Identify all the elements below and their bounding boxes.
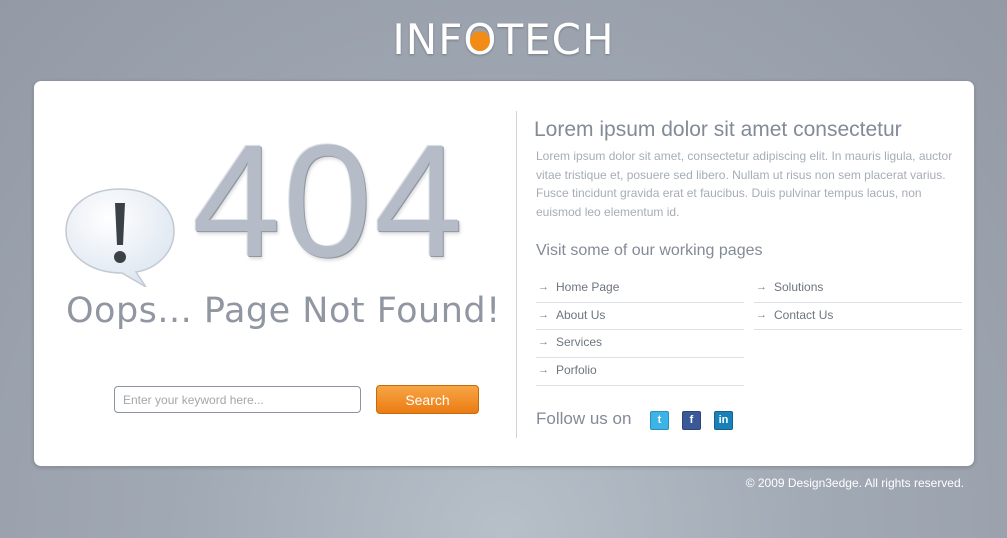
search-input[interactable] <box>114 386 361 413</box>
arrow-right-icon: → <box>538 364 549 377</box>
link-services[interactable]: → Services <box>536 330 744 359</box>
working-pages-list-2: → Solutions → Contact Us <box>754 275 962 331</box>
arrow-right-icon: → <box>538 308 549 321</box>
info-heading: Lorem ipsum dolor sit amet consectetur <box>534 118 902 141</box>
info-paragraph: Lorem ipsum dolor sit amet, consectetur … <box>536 149 953 219</box>
error-message: Oops... Page Not Found! <box>66 291 501 331</box>
link-portfolio[interactable]: → Porfolio <box>536 358 744 386</box>
working-pages-heading: Visit some of our working pages <box>536 242 763 259</box>
copyright-text: © 2009 Design3edge. All rights reserved. <box>745 476 964 490</box>
arrow-right-icon: → <box>538 336 549 349</box>
link-label: About Us <box>556 307 606 322</box>
link-label: Services <box>556 335 603 350</box>
link-label: Home Page <box>556 280 620 294</box>
working-pages-list-1: → Home Page → About Us → Services → Porfolio <box>536 275 744 386</box>
exclamation-speech-bubble-icon <box>65 188 175 287</box>
logo-text-start: INF <box>392 15 464 64</box>
link-contact-us[interactable]: → Contact Us <box>754 303 962 331</box>
site-logo[interactable]: INFOTECH <box>0 16 1007 64</box>
error-card: 404 Oops... Page Not Found! Search Lorem… <box>33 80 975 467</box>
twitter-icon[interactable]: t <box>650 411 669 430</box>
logo-text-end: TECH <box>497 15 615 64</box>
column-divider <box>516 111 517 438</box>
linkedin-icon[interactable]: in <box>714 411 733 430</box>
arrow-right-icon: → <box>538 281 549 293</box>
logo-o: O <box>463 16 497 64</box>
facebook-icon[interactable]: f <box>682 411 701 430</box>
link-solutions[interactable]: → Solutions <box>754 275 962 303</box>
arrow-right-icon: → <box>756 308 767 321</box>
link-label: Solutions <box>774 280 824 294</box>
link-about-us[interactable]: → About Us <box>536 303 744 331</box>
arrow-right-icon: → <box>756 281 767 293</box>
follow-us-label: Follow us on <box>536 409 632 428</box>
search-button[interactable]: Search <box>376 385 479 414</box>
link-label: Porfolio <box>556 363 597 378</box>
error-code: 404 <box>192 111 465 290</box>
link-home-page[interactable]: → Home Page <box>536 275 744 303</box>
link-label: Contact Us <box>774 307 834 322</box>
